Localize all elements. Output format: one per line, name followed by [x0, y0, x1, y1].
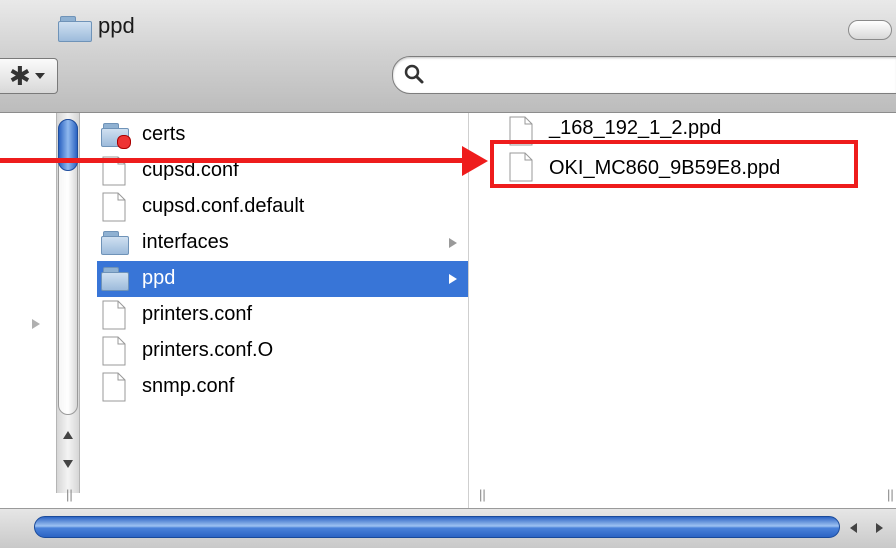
list-item[interactable]: printers.conf.O: [97, 333, 468, 369]
horizontal-scrollbar[interactable]: [0, 508, 896, 548]
folder-icon: [101, 267, 129, 291]
search-input[interactable]: [433, 63, 877, 87]
search-field[interactable]: [392, 56, 896, 94]
list-item[interactable]: printers.conf: [97, 297, 468, 333]
list-item[interactable]: interfaces: [97, 225, 468, 261]
document-icon: [102, 336, 126, 366]
title-bar: ppd: [0, 0, 896, 52]
scroll-down-arrow-icon[interactable]: [63, 460, 73, 468]
column-resize-handle[interactable]: ||: [887, 488, 895, 502]
restricted-badge-icon: [117, 135, 131, 149]
annotation-arrow: [0, 158, 470, 163]
list-item-label: certs: [142, 123, 186, 145]
list-item[interactable]: certs: [97, 117, 468, 153]
scroll-right-arrow-icon[interactable]: [876, 523, 883, 533]
document-icon: [102, 372, 126, 402]
column-resize-handle[interactable]: ||: [479, 488, 487, 502]
scroll-thumb[interactable]: [58, 119, 78, 171]
column-resize-handle[interactable]: ||: [66, 488, 74, 502]
folder-icon: [101, 231, 129, 255]
list-item-label: ppd: [142, 267, 176, 289]
folder-icon: [58, 16, 92, 42]
disclosure-arrow-icon: [449, 238, 457, 248]
folder-icon: [101, 123, 131, 149]
disclosure-arrow-icon: [449, 274, 457, 284]
document-icon: [102, 300, 126, 330]
list-item[interactable]: snmp.conf: [97, 369, 468, 405]
list-item-label: cupsd.conf.default: [142, 195, 305, 217]
scroll-left-arrow-icon[interactable]: [850, 523, 857, 533]
vertical-scrollbar[interactable]: [56, 113, 80, 493]
browser-column-2[interactable]: certs cupsd.conf cupsd.conf.default inte…: [52, 113, 469, 508]
scroll-thumb[interactable]: [34, 516, 840, 538]
gear-icon: ✱: [9, 61, 31, 91]
list-item-label: _168_192_1_2.ppd: [549, 117, 722, 139]
list-item-selected[interactable]: ppd: [97, 261, 468, 297]
annotation-highlight-box: [490, 140, 858, 188]
chevron-down-icon: [35, 73, 45, 79]
list-item[interactable]: cupsd.conf.default: [97, 189, 468, 225]
list-item-label: snmp.conf: [142, 375, 235, 397]
list-item-label: printers.conf.O: [142, 339, 274, 361]
action-menu-button[interactable]: ✱: [0, 58, 58, 94]
magnifier-icon: [404, 64, 424, 84]
toolbar: ✱: [0, 52, 896, 113]
list-item-label: printers.conf: [142, 303, 253, 325]
browser-column-1[interactable]: [0, 113, 53, 508]
annotation-arrow-head: [462, 146, 488, 176]
scroll-up-arrow-icon[interactable]: [63, 431, 73, 439]
document-icon: [102, 192, 126, 222]
disclosure-arrow-icon: [32, 319, 40, 329]
window-title: ppd: [98, 13, 135, 38]
list-item-label: interfaces: [142, 231, 229, 253]
toolbar-toggle-button[interactable]: [848, 20, 892, 40]
